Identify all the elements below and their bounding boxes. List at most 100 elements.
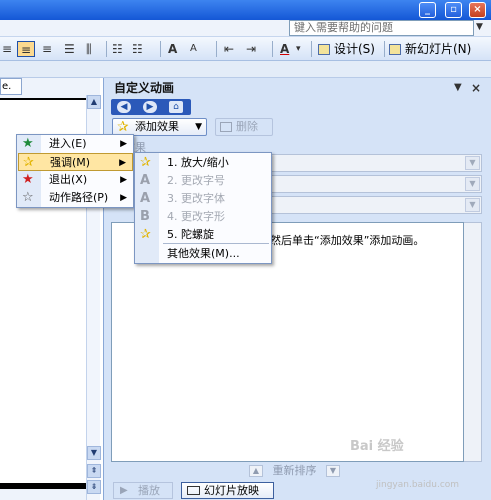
add-effect-menu: ★ 进入(E) ▶ ✰ 强调(M) ▶ ★ 退出(X) ▶ ☆ 动作路径(P) … [16, 134, 134, 208]
chevron-down-icon: ▼ [465, 198, 480, 212]
forward-icon[interactable]: ▶ [143, 101, 157, 113]
watermark-logo: Bai 经验 [350, 439, 404, 454]
grow-shrink-star-icon: ✰ [140, 155, 151, 170]
numbering-icon[interactable]: ☷ [112, 41, 123, 57]
new-slide-icon [389, 44, 401, 55]
submenu-arrow-icon: ▶ [119, 158, 126, 168]
menu-item-label: 2. 更改字号 [167, 174, 225, 187]
slide-show-icon [187, 486, 200, 495]
menu-item-grow-shrink[interactable]: ✰ 1. 放大/缩小 [136, 154, 271, 172]
slide-show-button[interactable]: 幻灯片放映 [181, 482, 274, 499]
emphasis-submenu: ✰ 1. 放大/缩小 A 2. 更改字号 A 3. 更改字体 B 4. 更改字形… [134, 152, 272, 264]
move-up-icon[interactable]: ▲ [249, 465, 263, 477]
spin-star-icon: ✰ [140, 227, 151, 242]
secondary-toolbar-strip [0, 61, 491, 78]
menu-item-label: 其他效果(M)... [167, 247, 240, 260]
delete-label: 删除 [236, 120, 258, 133]
toolbar-separator [216, 41, 217, 57]
help-dropdown-arrow-icon[interactable]: ▼ [476, 22, 483, 32]
motion-path-star-icon: ☆ [22, 190, 34, 205]
toolbar-separator [272, 41, 273, 57]
distribute-icon[interactable]: ⫼ [86, 41, 92, 57]
chevron-down-icon: ▼ [465, 177, 480, 191]
task-pane-nav-bar: ◀ ▶ ⌂ [111, 99, 191, 115]
scroll-up-arrow-icon[interactable]: ▲ [87, 95, 101, 109]
menu-item-change-font-style: B 4. 更改字形 [136, 208, 271, 226]
title-bar: _ ▫ × [0, 0, 491, 20]
formatting-toolbar: ≡ ≡ ≡ ☰ ⫼ ☷ ☷ A A ⇤ ⇥ A ▾ 设计(S) 新幻灯片(N) [0, 37, 491, 61]
align-right-icon[interactable]: ≡ [42, 41, 52, 57]
chevron-down-icon: ▼ [195, 122, 202, 132]
reorder-row: ▲ 重新排序 ▼ [249, 462, 340, 477]
help-search-input[interactable]: 键入需要帮助的问题 [289, 20, 474, 36]
entrance-star-icon: ★ [22, 136, 34, 151]
animation-list-scrollbar[interactable] [464, 222, 482, 462]
menu-item-change-font: A 3. 更改字体 [136, 190, 271, 208]
play-icon: ▶ [120, 485, 128, 496]
exit-star-icon: ★ [22, 172, 34, 187]
toolbar-separator [106, 41, 107, 57]
custom-animation-task-pane: 自定义动画 ▼ × ◀ ▶ ⌂ ✰ 添加效果 ▼ 删除 效果 ▼ ▼ ▼ 然后单… [103, 78, 491, 500]
submenu-arrow-icon: ▶ [120, 193, 127, 203]
bullets-icon[interactable]: ☷ [132, 41, 143, 57]
new-slide-label: 新幻灯片(N) [405, 42, 472, 56]
font-icon: A [140, 191, 151, 206]
close-window-button[interactable]: × [469, 2, 486, 18]
menu-item-exit[interactable]: ★ 退出(X) ▶ [18, 171, 133, 189]
emphasis-star-icon: ✰ [23, 155, 34, 170]
delete-icon [220, 122, 232, 132]
font-size-icon: A [140, 173, 151, 188]
submenu-arrow-icon: ▶ [120, 175, 127, 185]
increase-indent-icon[interactable]: ⇥ [246, 41, 256, 57]
new-slide-button[interactable]: 新幻灯片(N) [389, 41, 471, 58]
toolbar-separator [384, 41, 385, 57]
design-button[interactable]: 设计(S) [318, 41, 375, 58]
slide-shadow [0, 485, 98, 489]
delete-button[interactable]: 删除 [215, 118, 273, 136]
font-color-dropdown-icon[interactable]: ▾ [296, 41, 301, 57]
menu-item-label: 退出(X) [49, 173, 88, 186]
play-button[interactable]: ▶ 播放 [113, 482, 173, 499]
back-icon[interactable]: ◀ [117, 101, 131, 113]
animation-list-hint: 然后单击“添加效果”添加动画。 [270, 234, 425, 247]
outline-tab[interactable]: e. [0, 78, 22, 95]
restore-button[interactable]: ▫ [445, 2, 462, 18]
move-down-icon[interactable]: ▼ [326, 465, 340, 477]
menu-item-label: 进入(E) [49, 137, 87, 150]
justify-icon[interactable]: ☰ [64, 41, 75, 57]
increase-font-size-icon[interactable]: A [168, 41, 177, 57]
toolbar-separator [160, 41, 161, 57]
decrease-font-size-icon[interactable]: A [190, 41, 197, 57]
reorder-label: 重新排序 [272, 464, 317, 477]
play-label: 播放 [138, 484, 160, 497]
task-pane-menu-arrow-icon[interactable]: ▼ [454, 82, 462, 93]
decrease-indent-icon[interactable]: ⇤ [224, 41, 234, 57]
menu-item-label: 动作路径(P) [49, 191, 109, 204]
menu-item-motion-path[interactable]: ☆ 动作路径(P) ▶ [18, 189, 133, 207]
menu-item-label: 1. 放大/缩小 [167, 156, 229, 169]
font-style-icon: B [140, 209, 150, 224]
add-effect-label: 添加效果 [135, 120, 179, 133]
star-icon: ✰ [117, 119, 129, 135]
minimize-button[interactable]: _ [419, 2, 436, 18]
menu-item-label: 强调(M) [50, 156, 91, 169]
menu-item-spin[interactable]: ✰ 5. 陀螺旋 [136, 226, 271, 244]
menu-item-emphasis[interactable]: ✰ 强调(M) ▶ [18, 153, 133, 171]
menu-item-label: 4. 更改字形 [167, 210, 225, 223]
menu-item-change-font-size: A 2. 更改字号 [136, 172, 271, 190]
menu-separator [163, 243, 269, 244]
menu-item-entrance[interactable]: ★ 进入(E) ▶ [18, 135, 133, 153]
align-left-icon[interactable]: ≡ [2, 41, 12, 57]
next-slide-icon[interactable]: ⇟ [87, 480, 101, 494]
previous-slide-icon[interactable]: ⇞ [87, 464, 101, 478]
align-center-icon[interactable]: ≡ [17, 41, 35, 57]
menu-item-more-effects[interactable]: 其他效果(M)... [136, 245, 271, 263]
task-pane-close-icon[interactable]: × [471, 81, 481, 95]
chevron-down-icon: ▼ [465, 156, 480, 170]
menu-item-label: 5. 陀螺旋 [167, 228, 214, 241]
design-label: 设计(S) [334, 42, 375, 56]
font-color-icon[interactable]: A [280, 41, 289, 57]
scroll-down-arrow-icon[interactable]: ▼ [87, 446, 101, 460]
home-icon[interactable]: ⌂ [169, 101, 183, 113]
slide-show-label: 幻灯片放映 [204, 484, 259, 497]
